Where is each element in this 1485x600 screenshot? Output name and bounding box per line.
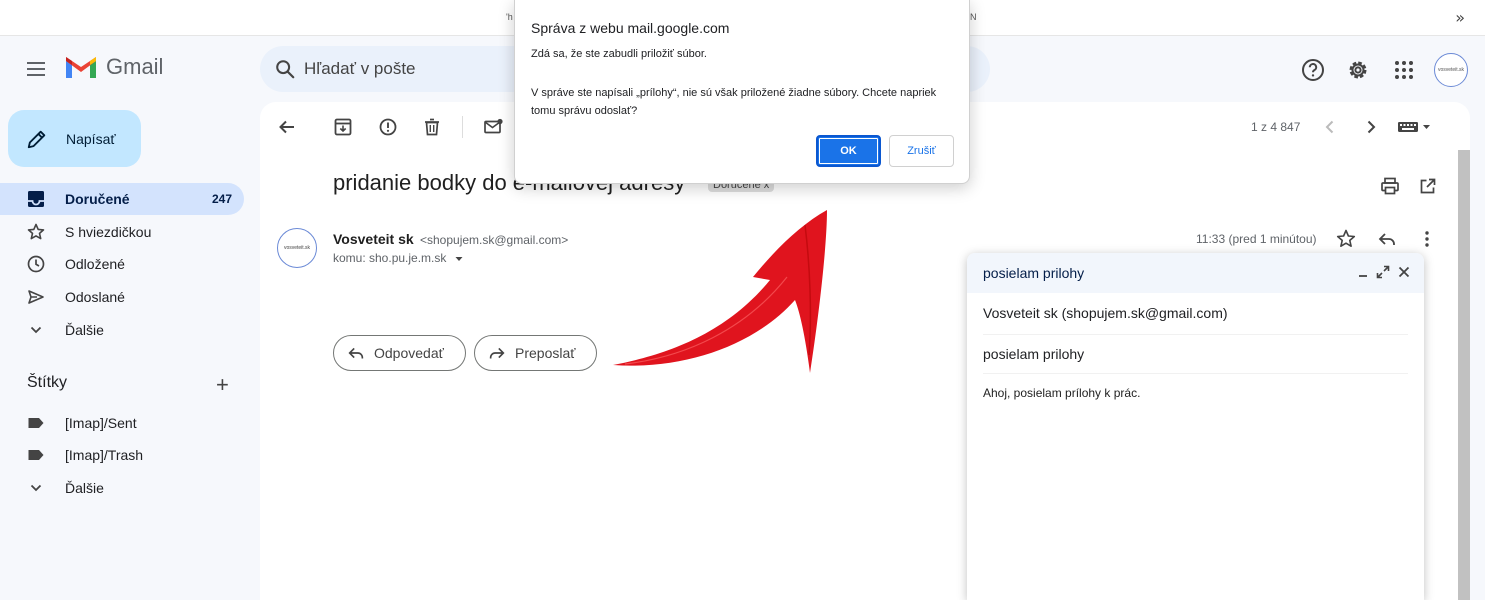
forward-arrow-icon: [489, 347, 505, 359]
archive-icon[interactable]: [332, 116, 354, 138]
dialog-message-line2: V správe ste napísali „prílohy“, nie sú …: [531, 87, 937, 117]
add-label-button[interactable]: +: [216, 372, 229, 398]
red-arrow-annotation: [613, 210, 827, 373]
sender-email: <shopujem.sk@gmail.com>: [420, 233, 569, 247]
show-details-caret-icon[interactable]: [454, 254, 464, 264]
account-avatar[interactable]: vosveteit.sk: [1434, 53, 1468, 87]
more-options-icon[interactable]: [1416, 228, 1438, 250]
input-tools-keyboard-icon[interactable]: [1397, 116, 1435, 138]
dialog-ok-button[interactable]: OK: [816, 135, 881, 167]
search-input[interactable]: [304, 54, 504, 84]
message-pager: 1 z 4 847: [1251, 120, 1301, 134]
sidebar-label-imap-sent[interactable]: [Imap]/Sent: [0, 407, 244, 439]
page-scrollbar[interactable]: [1458, 150, 1470, 600]
print-icon[interactable]: [1379, 175, 1401, 197]
compose-window-header[interactable]: posielam prilohy: [967, 253, 1424, 293]
sidebar-item-label: Ďalšie: [65, 322, 104, 338]
inbox-icon: [28, 191, 44, 207]
message-timestamp: 11:33 (pred 1 minútou): [1196, 232, 1317, 246]
tab-fragment-left: 'h: [506, 12, 513, 22]
fullscreen-expand-icon[interactable]: [1374, 263, 1392, 281]
help-icon[interactable]: [1299, 56, 1327, 84]
reply-button[interactable]: Odpovedať: [333, 335, 466, 371]
compose-subject-value: posielam prilohy: [983, 346, 1085, 362]
confirm-dialog: Správa z webu mail.google.com Zdá sa, že…: [514, 0, 970, 184]
gmail-logo[interactable]: Gmail: [64, 54, 163, 80]
report-spam-icon[interactable]: [377, 116, 399, 138]
compose-window-title: posielam prilohy: [983, 265, 1085, 281]
apps-grid-icon[interactable]: [1390, 56, 1418, 84]
sidebar-item-starred[interactable]: S hviezdičkou: [0, 216, 244, 248]
sender-avatar-label: vosveteit.sk: [283, 245, 311, 251]
toolbar-divider: [462, 116, 463, 138]
compose-button[interactable]: Napísať: [8, 110, 141, 167]
older-chevron-right-icon[interactable]: [1360, 116, 1382, 138]
sender-avatar[interactable]: vosveteit.sk: [277, 228, 317, 268]
pencil-icon: [27, 130, 46, 148]
sidebar-labels-more[interactable]: Ďalšie: [0, 472, 244, 504]
sidebar-item-label: Odložené: [65, 256, 125, 272]
recipient-text: komu: sho.pu.je.m.sk: [333, 251, 447, 265]
reply-icon[interactable]: [1376, 228, 1398, 250]
close-icon[interactable]: [1395, 263, 1413, 281]
sidebar-item-label: Doručené: [65, 191, 130, 207]
back-arrow-icon[interactable]: [276, 116, 298, 138]
compose-from-value: Vosveteit sk (shopujem.sk@gmail.com): [983, 305, 1228, 321]
sidebar-item-snoozed[interactable]: Odložené: [0, 248, 244, 280]
minimize-icon[interactable]: [1354, 263, 1372, 281]
sidebar-item-inbox[interactable]: Doručené 247: [0, 183, 244, 215]
sidebar-item-label: [Imap]/Trash: [65, 447, 144, 463]
newer-chevron-left-icon[interactable]: [1319, 116, 1341, 138]
open-in-new-window-icon[interactable]: [1417, 175, 1439, 197]
star-icon: [27, 223, 45, 240]
recipient-line[interactable]: komu: sho.pu.je.m.sk: [333, 251, 464, 265]
sidebar-item-label: Odoslané: [65, 289, 125, 305]
sidebar-item-more[interactable]: Ďalšie: [0, 314, 244, 346]
forward-button[interactable]: Preposlať: [474, 335, 597, 371]
forward-label: Preposlať: [515, 345, 576, 361]
compose-window: posielam prilohy Vosveteit sk (shopujem.…: [967, 253, 1424, 600]
gmail-m-icon: [66, 57, 96, 78]
main-menu-icon[interactable]: [24, 58, 48, 82]
trash-icon[interactable]: [421, 116, 443, 138]
labels-heading: Štítky: [27, 374, 68, 391]
dialog-title: Správa z webu mail.google.com: [531, 20, 730, 36]
chevron-down-icon: [30, 484, 42, 492]
chevron-down-icon: [30, 326, 42, 334]
compose-subject-field[interactable]: posielam prilohy: [983, 346, 1408, 374]
label-icon: [28, 450, 44, 460]
reply-arrow-icon: [348, 347, 364, 359]
compose-label: Napísať: [66, 130, 116, 147]
compose-body-text[interactable]: Ahoj, posielam prílohy k prác.: [983, 386, 1140, 400]
label-icon: [28, 418, 44, 428]
settings-gear-icon[interactable]: [1344, 56, 1372, 84]
sidebar-label-imap-trash[interactable]: [Imap]/Trash: [0, 439, 244, 471]
sidebar-item-label: S hviezdičkou: [65, 224, 152, 240]
clock-icon: [27, 255, 45, 273]
search-icon[interactable]: [274, 58, 296, 80]
send-icon: [28, 290, 44, 304]
app-name: Gmail: [106, 54, 164, 79]
sidebar-item-label: [Imap]/Sent: [65, 415, 137, 431]
mark-unread-icon[interactable]: [482, 116, 504, 138]
unread-count: 247: [211, 192, 232, 206]
bookmarks-overflow-icon[interactable]: »: [1455, 8, 1465, 27]
compose-from-field[interactable]: Vosveteit sk (shopujem.sk@gmail.com): [983, 305, 1408, 335]
dialog-message-line1: Zdá sa, že ste zabudli priložiť súbor.: [531, 48, 707, 60]
star-message-icon[interactable]: [1335, 228, 1357, 250]
sender-name: Vosveteit sk: [333, 231, 414, 247]
dialog-cancel-button[interactable]: Zrušiť: [889, 135, 954, 167]
sidebar-item-label: Ďalšie: [65, 480, 104, 496]
reply-label: Odpovedať: [374, 345, 444, 361]
avatar-label: vosveteit.sk: [1437, 67, 1465, 73]
tab-fragment-right: N: [970, 12, 977, 22]
sidebar-item-sent[interactable]: Odoslané: [0, 281, 244, 313]
